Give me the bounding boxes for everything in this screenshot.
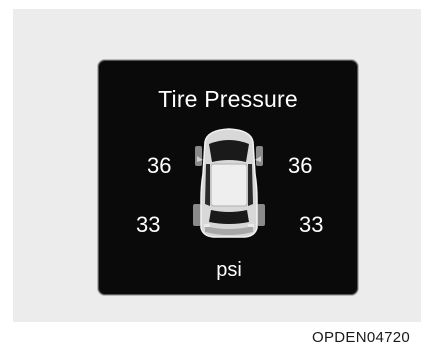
rear-right-tire-pressure: 33 (299, 212, 324, 237)
car-top-view-icon (193, 128, 265, 238)
right-taillight (248, 224, 254, 227)
left-taillight (204, 224, 210, 227)
rear-right-wheel (257, 204, 265, 226)
roof (210, 163, 248, 207)
front-left-wheel (195, 146, 202, 166)
display-title: Tire Pressure (158, 86, 298, 112)
pressure-unit-label: psi (216, 259, 242, 281)
figure-reference-code: OPDEN04720 (312, 329, 411, 346)
tpms-display: Tire Pressure 36 36 33 33 psi (97, 59, 359, 296)
front-right-wheel (256, 146, 263, 166)
rear-window (209, 210, 249, 224)
windshield (209, 140, 249, 162)
rear-left-tire-pressure: 33 (136, 212, 161, 237)
rear-left-wheel (193, 204, 201, 226)
front-right-tire-pressure: 36 (288, 153, 313, 178)
front-left-tire-pressure: 36 (147, 153, 172, 178)
